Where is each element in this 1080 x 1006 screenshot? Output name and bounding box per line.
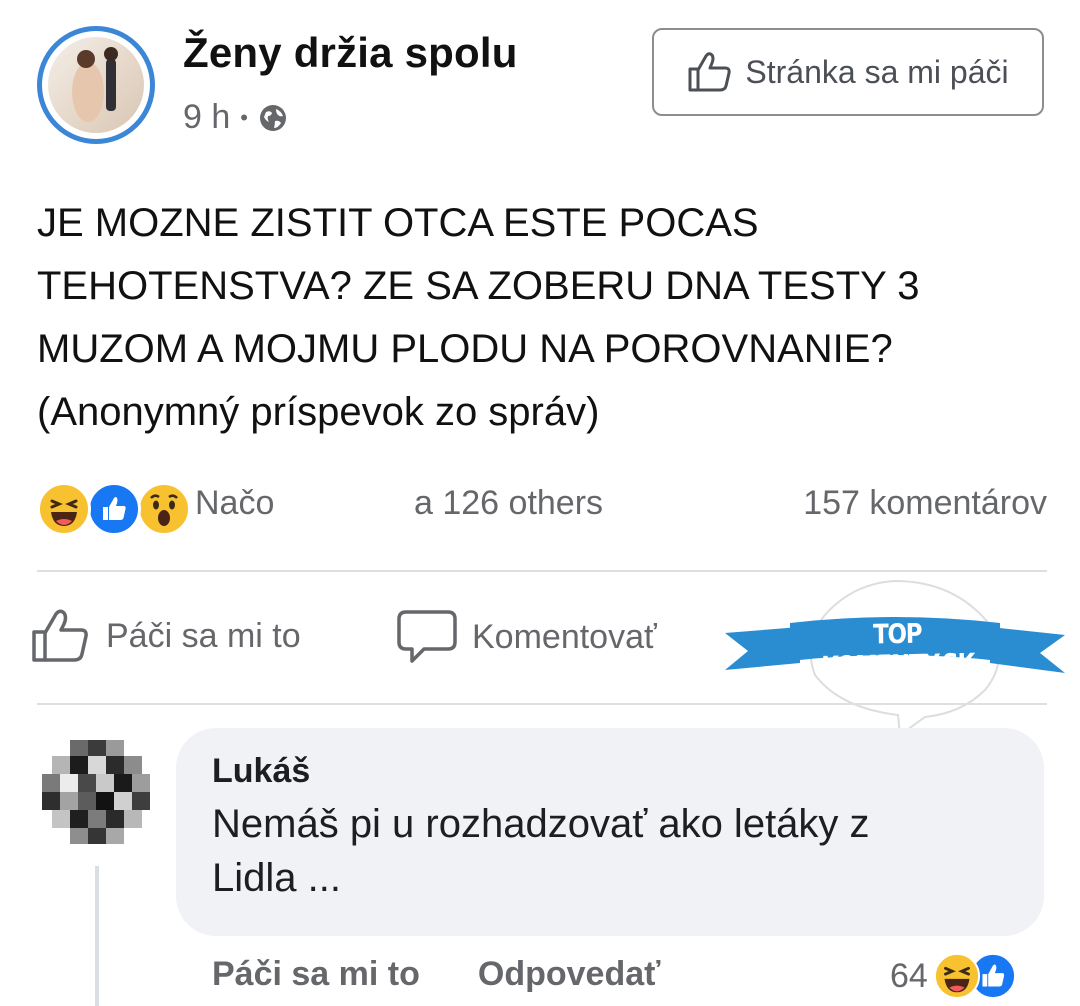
laugh-reaction-icon bbox=[933, 953, 980, 999]
page-avatar[interactable] bbox=[37, 26, 155, 144]
comment-actions: Páči sa mi to Odpovedať bbox=[212, 955, 660, 994]
comment-reaction-count: 64 bbox=[890, 956, 928, 995]
like-button[interactable]: Páči sa mi to bbox=[30, 608, 301, 664]
comment-author-name[interactable]: Lukáš bbox=[212, 752, 1008, 791]
divider bbox=[37, 703, 1047, 705]
comment-reactions[interactable]: 64 bbox=[890, 953, 1016, 999]
like-page-button[interactable]: Stránka sa mi páči bbox=[652, 28, 1044, 116]
like-reaction-icon bbox=[87, 482, 141, 536]
page-avatar-image bbox=[48, 37, 144, 133]
thumbs-up-icon bbox=[687, 51, 733, 93]
comment-text-line: Lidla ... bbox=[212, 856, 341, 900]
reaction-icons[interactable] bbox=[37, 482, 191, 536]
comment-thread-line bbox=[95, 866, 99, 1006]
post-text-line: (Anonymný príspevok zo správ) bbox=[37, 390, 600, 434]
page-name[interactable]: Ženy držia spolu bbox=[183, 29, 518, 77]
comment-bubble: Lukáš Nemáš pi u rozhadzovať ako letáky … bbox=[176, 728, 1044, 936]
comment-reply-button[interactable]: Odpovedať bbox=[478, 955, 661, 994]
reaction-others[interactable]: a 126 others bbox=[414, 484, 603, 523]
comment-button[interactable]: Komentovať bbox=[396, 608, 657, 666]
reaction-name[interactable]: Načo bbox=[195, 484, 274, 523]
comment-bubble-icon bbox=[396, 608, 458, 666]
comment-text: Nemáš pi u rozhadzovať ako letáky z Lidl… bbox=[212, 797, 1008, 905]
watermark-text: TOP KOMENTY.SK bbox=[821, 618, 975, 683]
thumbs-up-icon bbox=[30, 608, 92, 664]
comment-like-button[interactable]: Páči sa mi to bbox=[212, 955, 420, 994]
like-page-label: Stránka sa mi páči bbox=[745, 53, 1009, 90]
watermark-logo: TOP KOMENTY.SK bbox=[700, 575, 1080, 745]
comment-button-label: Komentovať bbox=[472, 617, 657, 656]
post-text-line: MUZOM A MOJMU PLODU NA POROVNANIE? bbox=[37, 327, 893, 371]
comment-text-line: Nemáš pi u rozhadzovať ako letáky z bbox=[212, 802, 870, 846]
reactions-summary: Načo a 126 others 157 komentárov bbox=[37, 478, 1047, 538]
wow-reaction-icon bbox=[137, 482, 191, 536]
globe-icon bbox=[258, 103, 288, 133]
like-button-label: Páči sa mi to bbox=[106, 616, 301, 655]
divider bbox=[37, 570, 1047, 572]
post-text: JE MOZNE ZISTIT OTCA ESTE POCAS TEHOTENS… bbox=[37, 192, 1047, 444]
meta-separator: • bbox=[240, 104, 248, 130]
post-time[interactable]: 9 h bbox=[183, 98, 230, 137]
comments-count[interactable]: 157 komentárov bbox=[803, 484, 1047, 523]
laugh-reaction-icon bbox=[37, 482, 91, 536]
comment-author-avatar[interactable] bbox=[30, 728, 160, 858]
post-text-line: TEHOTENSTVA? ZE SA ZOBERU DNA TESTY 3 bbox=[37, 264, 920, 308]
post-text-line: JE MOZNE ZISTIT OTCA ESTE POCAS bbox=[37, 201, 759, 245]
post-meta: 9 h • bbox=[183, 98, 288, 137]
